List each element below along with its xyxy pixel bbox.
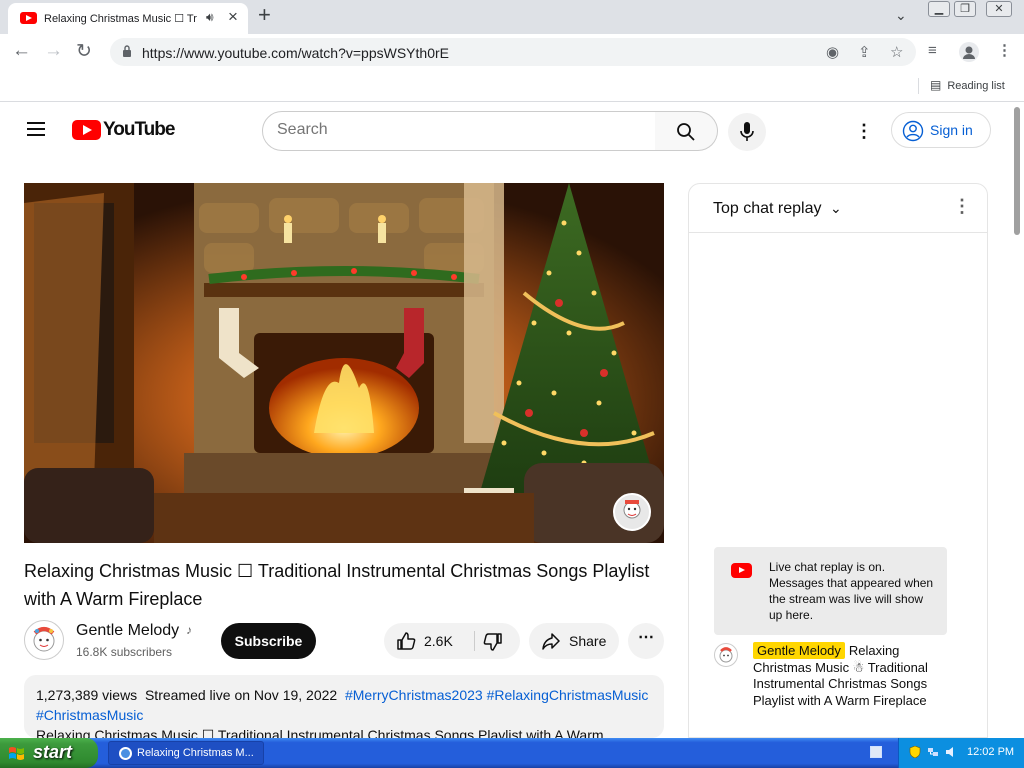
thumbs-up-icon <box>397 632 416 650</box>
youtube-logo-icon[interactable] <box>72 120 101 140</box>
description-text: Relaxing Christmas Music ☐ Traditional I… <box>36 727 604 738</box>
guide-menu-icon[interactable] <box>27 122 45 136</box>
reload-icon[interactable]: ↻ <box>76 40 92 63</box>
like-count: 2.6K <box>424 633 453 649</box>
channel-name[interactable]: Gentle Melody <box>76 622 179 640</box>
like-dislike-group: 2.6K <box>384 623 520 659</box>
video-title: Relaxing Christmas Music ☐ Traditional I… <box>24 561 650 609</box>
window-close-button[interactable]: ✕ <box>986 1 1012 17</box>
lock-icon[interactable] <box>122 45 132 57</box>
clock[interactable]: 12:02 PM <box>967 746 1014 758</box>
forward-arrow-icon[interactable]: → <box>44 40 63 62</box>
chat-author-avatar[interactable] <box>714 643 738 667</box>
view-count: 1,273,389 views <box>36 687 138 703</box>
window-minimize-button[interactable]: ▁ <box>928 1 950 17</box>
chat-replay-notice: Live chat replay is on. Messages that ap… <box>714 547 947 635</box>
sign-in-label: Sign in <box>930 122 973 138</box>
taskbar-chrome-window[interactable]: Relaxing Christmas M... <box>108 741 264 765</box>
youtube-favicon-icon <box>20 12 37 24</box>
video-player[interactable] <box>24 183 664 543</box>
address-bar[interactable]: https://www.youtube.com/watch?v=ppsWSYth… <box>110 38 916 66</box>
more-actions-icon[interactable]: ⋯ <box>628 623 664 659</box>
profile-avatar-icon[interactable] <box>959 42 979 62</box>
windows-taskbar: start Relaxing Christmas M... 12:02 PM <box>0 738 1024 768</box>
system-tray: 12:02 PM <box>898 738 1024 768</box>
reading-list-label: Reading list <box>947 80 1005 92</box>
browser-tab-strip: Relaxing Christmas Music ☐ Tr 🔊︎ × + ⌄ ▁… <box>0 0 1024 34</box>
tab-audio-playing-icon[interactable]: 🔊︎ <box>206 10 214 25</box>
channel-avatar[interactable] <box>24 620 64 660</box>
new-tab-plus-icon[interactable]: + <box>258 2 271 28</box>
dislike-button[interactable] <box>475 623 520 659</box>
channel-watermark-icon[interactable] <box>613 493 651 531</box>
chrome-menu-icon[interactable]: ⋮ <box>997 41 1012 59</box>
chat-mode-dropdown[interactable]: Top chat replay ⌄ <box>713 200 842 218</box>
page-scrollbar[interactable] <box>1010 103 1024 738</box>
voice-search-button[interactable] <box>728 113 766 151</box>
url-text[interactable]: https://www.youtube.com/watch?v=ppsWSYth… <box>142 45 449 61</box>
tab-title: Relaxing Christmas Music ☐ Tr <box>44 13 197 25</box>
music-note-icon: ♪ <box>186 623 192 637</box>
like-button[interactable]: 2.6K <box>384 623 474 659</box>
window-restore-button[interactable]: ❐ <box>954 1 976 17</box>
youtube-logo-text[interactable]: YouTube <box>103 119 175 141</box>
share-button[interactable]: Share <box>529 623 619 659</box>
hashtag-link[interactable]: #MerryChristmas2023 <box>345 687 483 703</box>
tab-search-chevron-icon[interactable]: ⌄ <box>895 7 907 24</box>
reading-list-button[interactable]: ▤ Reading list <box>930 78 1005 92</box>
video-thumbnail-fireplace <box>24 183 664 543</box>
share-label: Share <box>569 633 607 649</box>
youtube-masthead: YouTube ⋮ Sign in <box>0 103 1010 159</box>
tracking-eye-off-icon[interactable]: ◉ <box>826 43 839 61</box>
chat-message: Gentle Melody Relaxing Christmas Music ☃ … <box>753 642 953 709</box>
microphone-icon <box>740 122 754 141</box>
network-icon[interactable] <box>927 746 939 758</box>
subscribe-button[interactable]: Subscribe <box>221 623 316 659</box>
volume-icon[interactable] <box>945 746 957 758</box>
bookmark-star-icon[interactable]: ☆ <box>890 43 903 61</box>
search-box[interactable] <box>262 111 656 151</box>
chat-author-name[interactable]: Gentle Melody <box>753 642 845 659</box>
subscriber-count: 16.8K subscribers <box>76 645 173 659</box>
search-button[interactable] <box>655 111 718 151</box>
taskbar-window-label: Relaxing Christmas M... <box>137 747 254 759</box>
live-chat-panel: Top chat replay ⌄ ⋮ Live chat replay is … <box>688 183 988 738</box>
account-circle-icon <box>902 120 924 142</box>
start-button[interactable]: start <box>0 738 98 768</box>
sign-in-button[interactable]: Sign in <box>891 112 991 148</box>
browser-tab-active[interactable]: Relaxing Christmas Music ☐ Tr 🔊︎ × <box>8 3 248 34</box>
bookmarks-divider <box>918 78 919 94</box>
back-arrow-icon[interactable]: ← <box>12 40 31 62</box>
chat-options-icon[interactable]: ⋮ <box>953 196 971 217</box>
tab-close-icon[interactable]: × <box>228 7 238 27</box>
video-description[interactable]: 1,273,389 views Streamed live on Nov 19,… <box>24 675 664 738</box>
browser-toolbar: ← → ↻ https://www.youtube.com/watch?v=pp… <box>0 34 1024 70</box>
thumbs-down-icon <box>483 633 502 651</box>
hashtag-link[interactable]: #ChristmasMusic <box>36 707 143 723</box>
search-input[interactable] <box>277 121 637 139</box>
chrome-icon <box>119 747 132 760</box>
youtube-logo-icon <box>731 563 752 578</box>
chat-notice-text: Live chat replay is on. Messages that ap… <box>769 560 934 622</box>
settings-more-icon[interactable]: ⋮ <box>855 121 873 142</box>
bookmarks-bar: ▤ Reading list <box>0 70 1024 102</box>
hashtag-link[interactable]: #RelaxingChristmasMusic <box>487 687 649 703</box>
chat-title: Top chat replay <box>713 200 822 217</box>
chat-header: Top chat replay ⌄ ⋮ <box>689 184 987 233</box>
reading-list-icon: ▤ <box>930 78 942 92</box>
media-queue-icon[interactable]: ≡ <box>928 42 937 59</box>
windows-flag-icon <box>9 747 24 760</box>
stream-date: Streamed live on Nov 19, 2022 <box>144 687 338 703</box>
chevron-down-icon: ⌄ <box>829 200 842 216</box>
share-page-icon[interactable]: ⇪ <box>858 43 871 61</box>
security-shield-icon[interactable] <box>909 746 921 758</box>
search-icon <box>677 123 695 141</box>
share-arrow-icon <box>542 633 560 650</box>
start-label: start <box>33 742 73 762</box>
scrollbar-thumb[interactable] <box>1014 107 1020 235</box>
keyboard-indicator-icon[interactable] <box>870 746 882 758</box>
